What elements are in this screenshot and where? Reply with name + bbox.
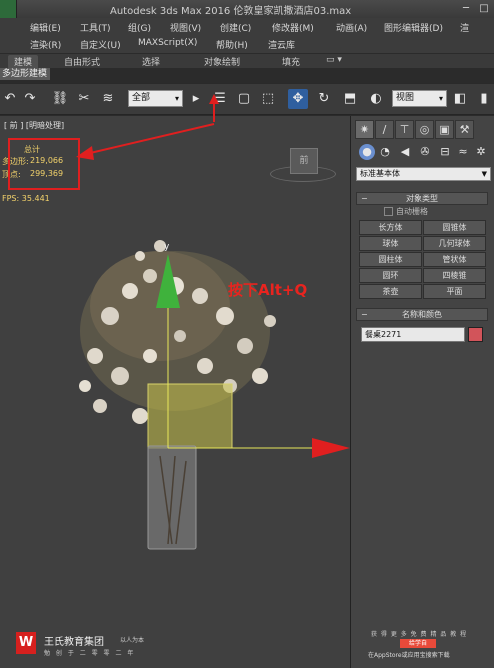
cameras-icon[interactable]: ✇ xyxy=(417,144,433,160)
autogrid-checkbox[interactable]: 自动栅格 xyxy=(384,206,428,217)
ribbon-options-icon[interactable]: ▭ ▾ xyxy=(326,55,342,65)
menu-bar: 编辑(E) 工具(T) 组(G) 视图(V) 创建(C) 修改器(M) 动画(A… xyxy=(0,18,494,35)
minimize-button[interactable]: ─ xyxy=(458,1,474,16)
curve-icon[interactable]: ∕ xyxy=(375,120,394,139)
cylinder-button[interactable]: 圆柱体 xyxy=(359,252,422,267)
utilities-icon[interactable]: ⚒ xyxy=(455,120,474,139)
object-name-input[interactable]: 餐桌2271 xyxy=(361,327,465,342)
checkbox-icon xyxy=(384,207,393,216)
pivot-center-icon[interactable]: ◧ xyxy=(450,89,470,109)
tab-populate[interactable]: 填充 xyxy=(282,55,300,68)
brand-name: 王氏教育集团 xyxy=(44,637,104,648)
tab-selection[interactable]: 选择 xyxy=(142,55,160,68)
menu-rendering-cut[interactable]: 渲 xyxy=(460,21,469,34)
promo-badge: 给学自 xyxy=(400,639,436,648)
title-bar: Autodesk 3ds Max 2016 伦敦皇家凯撒酒店03.max ─ □ xyxy=(0,0,494,18)
brand-slogan: 以人为本 xyxy=(120,637,145,644)
lights-icon[interactable]: ◀ xyxy=(397,144,413,160)
glass-vase xyxy=(147,445,197,550)
menu-create[interactable]: 创建(C) xyxy=(220,21,251,34)
autogrid-label: 自动栅格 xyxy=(396,207,428,216)
reference-coord-dropdown[interactable]: 视图 xyxy=(392,90,447,107)
menu-render[interactable]: 渲染(R) xyxy=(30,38,61,51)
window-title: Autodesk 3ds Max 2016 伦敦皇家凯撒酒店03.max xyxy=(110,6,352,17)
systems-icon[interactable]: ✲ xyxy=(473,144,489,160)
menu-bar-2: 渲染(R) 自定义(U) MAXScript(X) 帮助(H) 渲云库 xyxy=(0,35,494,53)
gizmo-y-label: y xyxy=(164,242,170,252)
rollout-name-color[interactable]: − 名称和颜色 xyxy=(356,308,488,321)
menu-views[interactable]: 视图(V) xyxy=(170,21,201,34)
chevron-down-icon: ▼ xyxy=(481,170,487,178)
promo-line-2: 在AppStore或应用宝搜索下载 xyxy=(368,652,450,659)
rollout-object-type[interactable]: − 对象类型 xyxy=(356,192,488,205)
cone-button[interactable]: 圆锥体 xyxy=(423,220,486,235)
brand-subtitle: 勉 创 于 二 零 零 二 年 xyxy=(44,650,136,657)
menu-graph-editors[interactable]: 图形编辑器(D) xyxy=(384,21,443,34)
menu-tools[interactable]: 工具(T) xyxy=(80,21,111,34)
place-icon[interactable]: ◐ xyxy=(366,89,386,109)
tab-polygon-modeling[interactable]: 多边形建模 xyxy=(0,68,50,80)
shapes-icon[interactable]: ◔ xyxy=(377,144,393,160)
hierarchy-icon[interactable]: ⊤ xyxy=(395,120,414,139)
maximize-button[interactable]: □ xyxy=(476,1,492,16)
box-button[interactable]: 长方体 xyxy=(359,220,422,235)
menu-edit[interactable]: 编辑(E) xyxy=(30,21,61,34)
geosphere-button[interactable]: 几何球体 xyxy=(423,236,486,251)
tab-freeform[interactable]: 自由形式 xyxy=(64,55,100,68)
rollout-name-color-title: 名称和颜色 xyxy=(402,310,442,319)
rollout-object-type-title: 对象类型 xyxy=(406,194,438,203)
tube-button[interactable]: 管状体 xyxy=(423,252,486,267)
shortcut-annotation: 按下Alt+Q xyxy=(228,281,308,299)
menu-render-library[interactable]: 渲云库 xyxy=(268,38,295,51)
torus-button[interactable]: 圆环 xyxy=(359,268,422,283)
sun-icon[interactable]: ✷ xyxy=(355,120,374,139)
scene-graphics: y xyxy=(76,116,350,550)
menu-help[interactable]: 帮助(H) xyxy=(216,38,248,51)
collapse-icon: − xyxy=(361,310,368,319)
object-color-swatch[interactable] xyxy=(468,327,483,342)
display-icon[interactable]: ▣ xyxy=(435,120,454,139)
category-value: 标准基本体 xyxy=(360,169,400,178)
teapot-button[interactable]: 茶壶 xyxy=(359,284,422,299)
helpers-icon[interactable]: ⊟ xyxy=(437,144,453,160)
tab-object-paint[interactable]: 对象绘制 xyxy=(204,55,240,68)
motion-icon[interactable]: ◎ xyxy=(415,120,434,139)
app-logo-icon[interactable] xyxy=(0,0,17,18)
plane-button[interactable]: 平面 xyxy=(423,284,486,299)
selection-bounding-box xyxy=(147,383,233,449)
tab-modeling[interactable]: 建模 xyxy=(8,55,39,68)
snap-icon[interactable]: ▮ xyxy=(474,89,494,109)
brand-logo-icon: W xyxy=(16,632,36,654)
collapse-icon: − xyxy=(361,194,368,203)
category-dropdown[interactable]: 标准基本体 ▼ xyxy=(356,167,491,181)
promo-line-1: 获 得 更 多 免 费 精 品 教 程 xyxy=(371,631,468,638)
menu-group[interactable]: 组(G) xyxy=(128,21,151,34)
menu-animation[interactable]: 动画(A) xyxy=(336,21,367,34)
spacewarps-icon[interactable]: ≈ xyxy=(455,144,471,160)
ribbon-tabs: 建模 自由形式 选择 对象绘制 填充 ▭ ▾ xyxy=(0,54,494,68)
menu-customize[interactable]: 自定义(U) xyxy=(80,38,121,51)
menu-modifiers[interactable]: 修改器(M) xyxy=(272,21,314,34)
viewport-front[interactable]: [ 前 ] [明暗处理] 总计 多边形: 219,066 顶点: 299,369… xyxy=(0,116,350,668)
pyramid-button[interactable]: 四棱锥 xyxy=(423,268,486,283)
geometry-icon[interactable]: ● xyxy=(359,144,375,160)
menu-maxscript[interactable]: MAXScript(X) xyxy=(138,38,197,48)
gizmo-x-axis-arrow xyxy=(312,438,350,458)
sphere-button[interactable]: 球体 xyxy=(359,236,422,251)
annotation-arrow-top xyxy=(209,94,219,122)
